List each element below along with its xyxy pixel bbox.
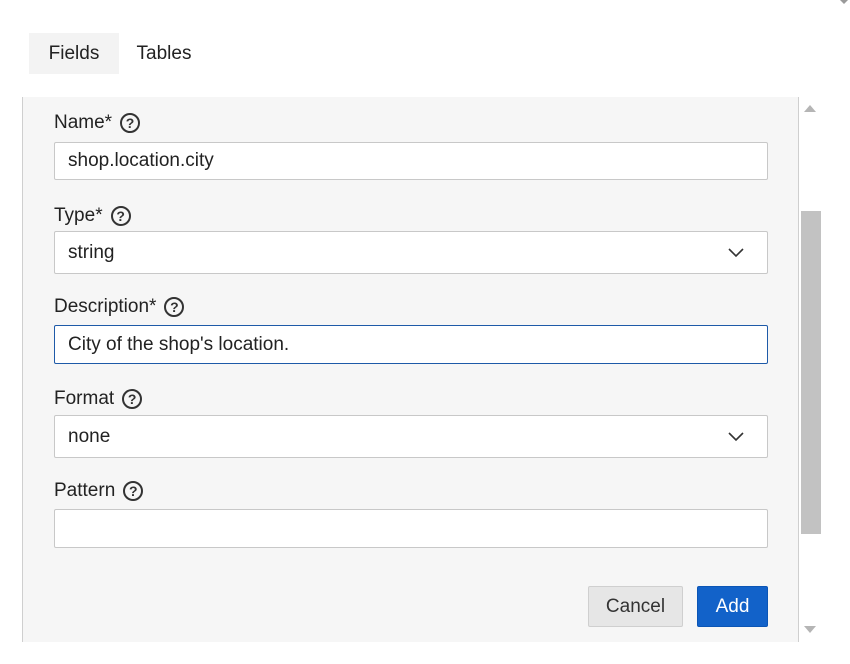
type-select-value: string [68,241,115,263]
description-field-value: City of the shop's location. [68,333,290,355]
type-help-icon[interactable]: ? [110,206,131,226]
format-label: Format [54,388,115,409]
name-label: Name* [54,112,113,133]
type-select[interactable]: string [54,231,768,274]
corner-triangle-icon [840,0,848,4]
name-help-icon[interactable]: ? [120,113,141,133]
name-field-value: shop.location.city [68,150,214,171]
tab-fields[interactable]: Fields [29,33,119,74]
format-label-row: Format ? [54,386,143,412]
form-panel: Name* ? shop.location.city Type* ? strin… [22,97,799,642]
description-label-row: Description* ? [54,294,185,320]
pattern-help-icon[interactable]: ? [123,481,144,501]
scroll-down-icon[interactable] [804,626,816,633]
tab-tables[interactable]: Tables [119,33,209,74]
format-select[interactable]: none [54,415,768,458]
cancel-button[interactable]: Cancel [588,586,683,627]
chevron-down-icon [728,247,744,257]
format-help-icon[interactable]: ? [122,389,143,409]
pattern-field[interactable] [54,509,768,548]
type-label: Type* [54,205,103,226]
add-button[interactable]: Add [697,586,768,627]
format-select-value: none [68,425,111,447]
field-editor-dialog: Fields Tables Name* ? shop.location.city… [0,0,850,664]
description-help-icon[interactable]: ? [164,297,185,317]
name-field[interactable]: shop.location.city [54,142,768,180]
pattern-label-row: Pattern ? [54,478,144,504]
scroll-up-icon[interactable] [804,105,816,112]
scrollbar-thumb[interactable] [801,211,821,534]
description-field[interactable]: City of the shop's location. [54,325,768,364]
type-label-row: Type* ? [54,203,131,229]
pattern-label: Pattern [54,480,116,501]
chevron-down-icon [728,431,744,441]
description-label: Description* [54,296,157,317]
name-label-row: Name* ? [54,110,141,136]
